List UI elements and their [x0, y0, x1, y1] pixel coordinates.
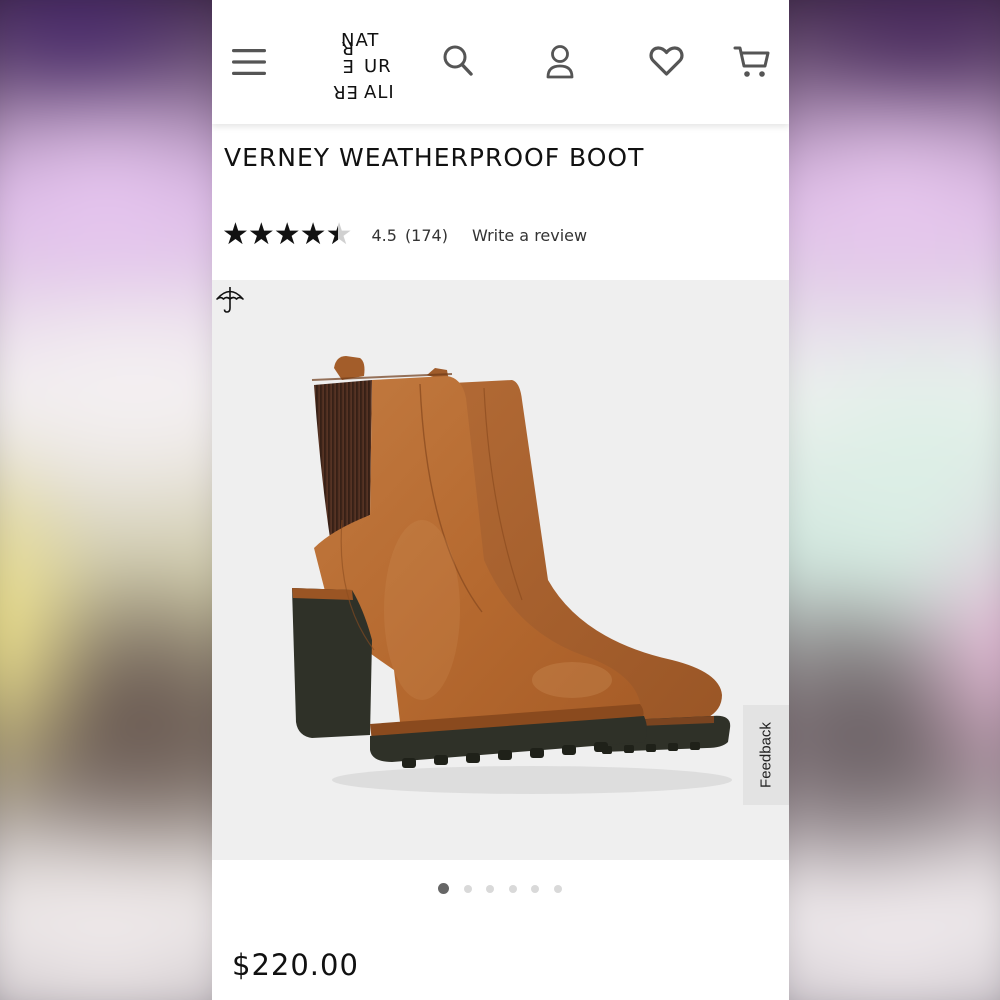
- svg-text:R: R: [341, 37, 354, 58]
- naturalizer-logo[interactable]: NAT UR ALIZ ER E R: [330, 26, 394, 108]
- feedback-tab[interactable]: Feedback: [743, 705, 789, 805]
- product-image-gallery[interactable]: Feedback: [212, 280, 789, 860]
- background-blur-left: [0, 0, 212, 1000]
- background-blur-right: [789, 0, 1000, 1000]
- gallery-dot-6[interactable]: [553, 884, 562, 893]
- star-rating[interactable]: ★★★★★ ★★★★★: [222, 218, 352, 252]
- gallery-dot-1[interactable]: [438, 883, 449, 894]
- rating-value: 4.5: [371, 225, 397, 245]
- review-count[interactable]: (174): [405, 226, 448, 245]
- boot-photo: [292, 356, 732, 794]
- product-page-screen: NAT UR ALIZ ER E R: [212, 0, 789, 1000]
- gallery-dot-2[interactable]: [463, 884, 472, 893]
- product-price: $220.00: [232, 948, 359, 982]
- search-icon[interactable]: [442, 44, 474, 78]
- feedback-label: Feedback: [757, 722, 775, 788]
- rating-row: ★★★★★ ★★★★★ 4.5 (174) Write a review: [222, 218, 587, 252]
- umbrella-icon: [216, 287, 244, 313]
- menu-icon[interactable]: [232, 45, 266, 79]
- account-icon[interactable]: [544, 44, 576, 80]
- site-header: NAT UR ALIZ ER E R: [212, 0, 789, 124]
- product-title: VERNEY WEATHERPROOF BOOT: [224, 143, 645, 172]
- logo-line-3: ALIZ: [364, 82, 394, 103]
- gallery-dot-3[interactable]: [486, 884, 495, 893]
- gallery-pagination: [438, 883, 577, 894]
- cart-icon[interactable]: [733, 44, 771, 80]
- heart-icon[interactable]: [649, 45, 684, 77]
- gallery-dot-5[interactable]: [531, 884, 540, 893]
- star-rating-filled: ★★★★★: [222, 218, 338, 252]
- gallery-dot-4[interactable]: [508, 884, 517, 893]
- write-review-link[interactable]: Write a review: [472, 226, 587, 245]
- logo-line-2: UR: [364, 56, 392, 77]
- logo-line-4: ER: [332, 81, 358, 102]
